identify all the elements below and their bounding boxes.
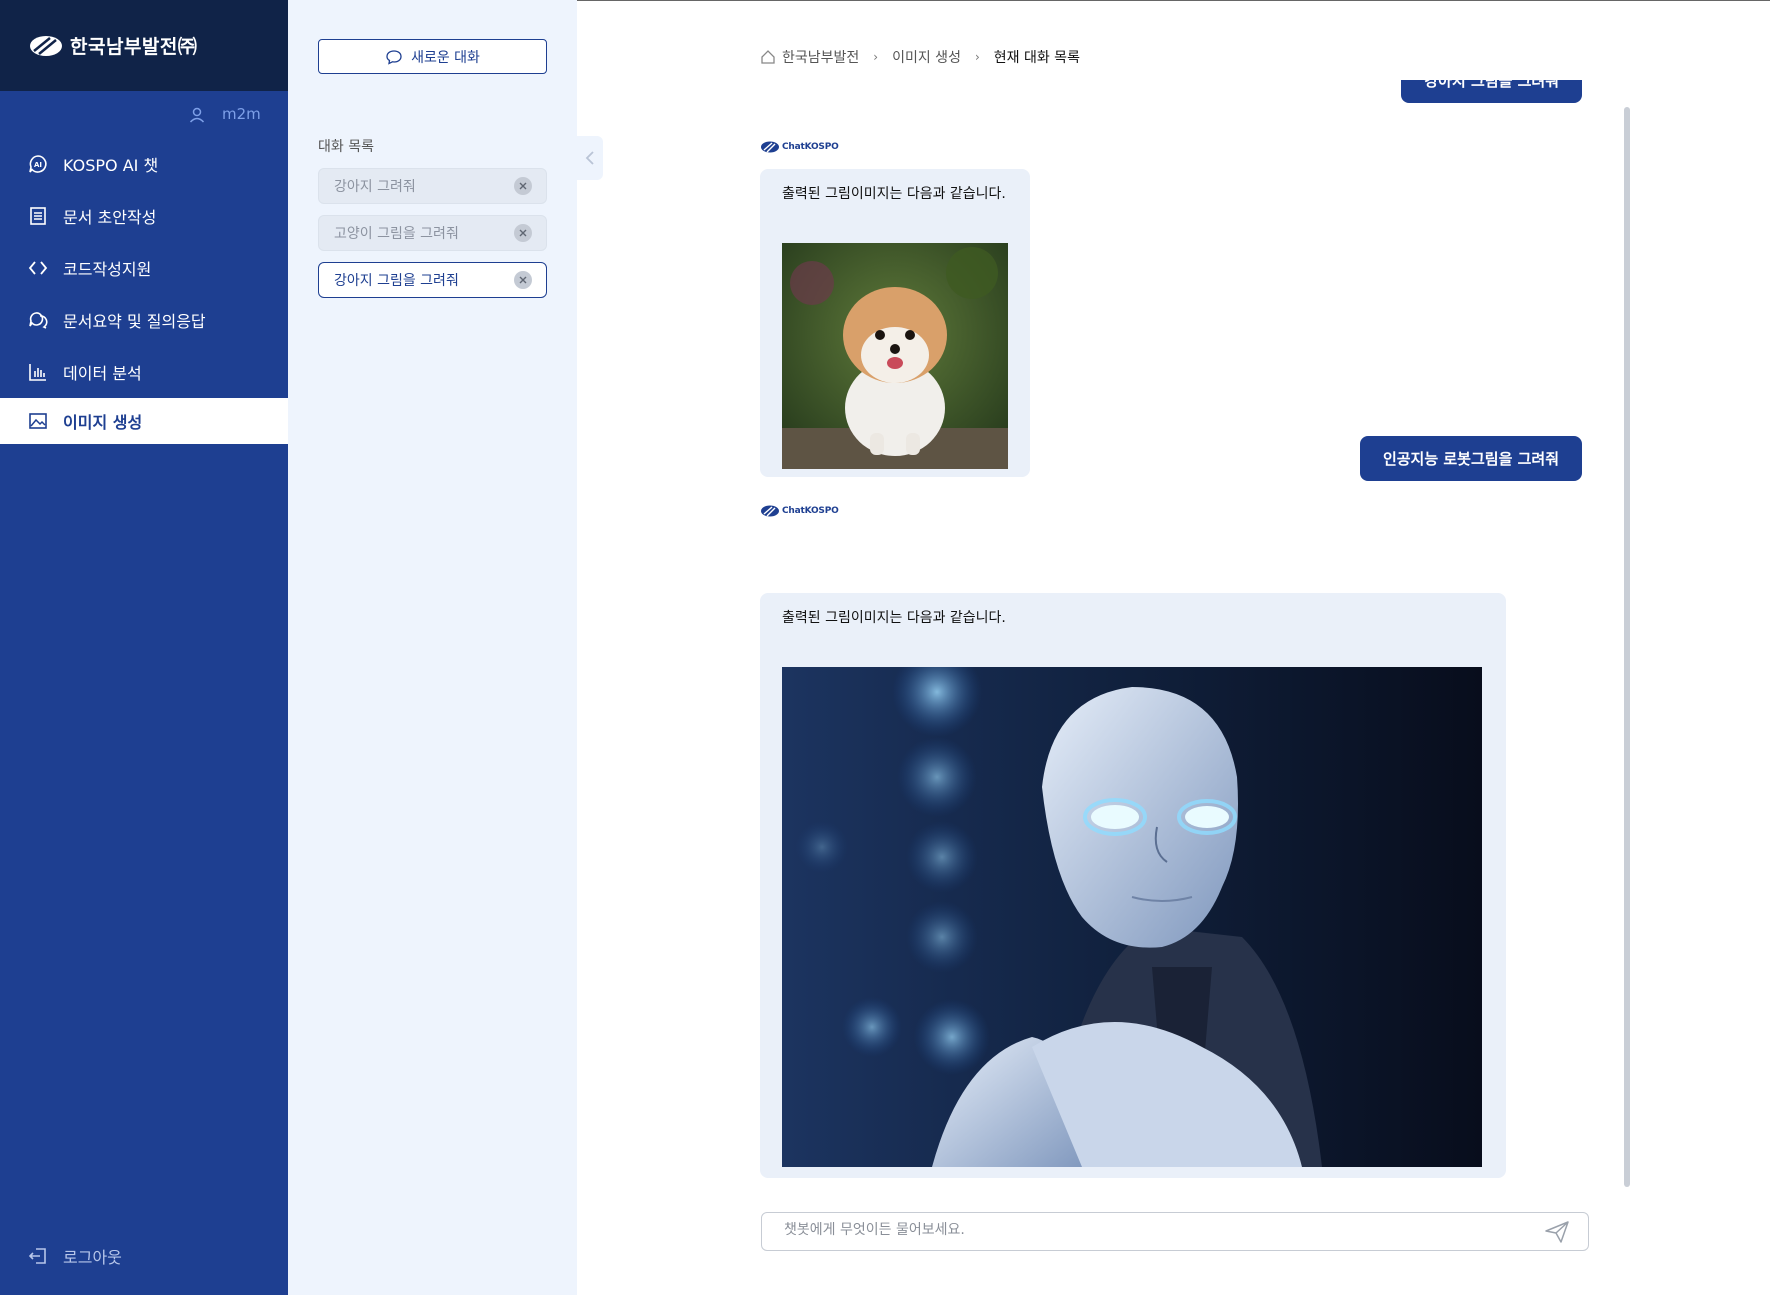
new-chat-label: 새로운 대화 [411, 49, 480, 66]
bot-message-text: 출력된 그림이미지는 다음과 같습니다. [782, 186, 1006, 202]
conversation-item-label: 강아지 그림을 그려줘 [334, 273, 459, 289]
user-message-text: 인공지능 로봇그림을 그려줘 [1382, 450, 1559, 468]
logo-text: 한국남부발전㈜ [70, 36, 198, 58]
bot-brand-text: ChatKOSPO [782, 506, 839, 516]
nav-item-data-analysis[interactable]: 데이터 분석 [0, 346, 288, 398]
conversation-item[interactable]: 고양이 그림을 그려줘 [318, 215, 547, 251]
collapse-conversation-panel-button[interactable] [577, 136, 603, 180]
bot-brand-text: ChatKOSPO [782, 142, 839, 152]
breadcrumb-current: 현재 대화 목록 [993, 50, 1080, 66]
conversation-item-label: 고양이 그림을 그려줘 [334, 226, 459, 242]
chat-messages: 강아지 그림을 그려줘 ChatKOSPO 출력된 그림이미지는 다음과 같습니… [760, 80, 1590, 1180]
bot-message: 출력된 그림이미지는 다음과 같습니다. [760, 593, 1506, 1178]
new-chat-button[interactable]: 새로운 대화 [318, 39, 547, 74]
chat-input[interactable] [784, 1222, 1484, 1238]
user-name: m2m [222, 105, 261, 123]
nav-item-kospo-ai-chat[interactable]: AI KOSPO AI 챗 [0, 138, 288, 190]
code-icon [28, 258, 48, 278]
qa-icon [28, 310, 48, 330]
logout-button[interactable]: 로그아웃 [28, 1244, 122, 1268]
delete-icon[interactable] [514, 224, 532, 242]
generated-image-dog[interactable] [782, 243, 1008, 469]
conversation-item-label: 강아지 그려줘 [334, 179, 416, 195]
nav-item-label: 코드작성지원 [63, 260, 152, 279]
user-message: 강아지 그림을 그려줘 [1401, 80, 1582, 103]
nav-item-image-generation[interactable]: 이미지 생성 [0, 398, 288, 444]
conversation-item[interactable]: 강아지 그려줘 [318, 168, 547, 204]
user-icon [189, 107, 205, 123]
chevron-left-icon [585, 151, 594, 165]
delete-icon[interactable] [514, 177, 532, 195]
nav-item-label: 문서요약 및 질의응답 [63, 312, 206, 331]
nav-item-code-support[interactable]: 코드작성지원 [0, 242, 288, 294]
bot-logo: ChatKOSPO [760, 504, 839, 518]
chatkospo-logo-icon [761, 505, 779, 517]
sidebar-nav: 한국남부발전㈜ m2m AI KOSPO AI 챗 문서 초안작성 코드작성지원 [0, 0, 288, 1295]
logout-icon [28, 1246, 48, 1266]
send-icon[interactable] [1544, 1220, 1570, 1244]
svg-text:AI: AI [34, 161, 42, 169]
nav-item-label: 문서 초안작성 [63, 208, 157, 227]
home-icon[interactable] [760, 49, 776, 65]
user-info: m2m [0, 101, 288, 129]
bar-chart-icon [28, 362, 48, 382]
kospo-logo-icon [30, 35, 62, 56]
breadcrumb: 한국남부발전 › 이미지 생성 › 현재 대화 목록 [760, 47, 1080, 67]
top-border [577, 0, 1770, 1]
bot-message-text: 출력된 그림이미지는 다음과 같습니다. [782, 610, 1006, 626]
chat-input-box [761, 1212, 1589, 1251]
conversation-list: 강아지 그려줘 고양이 그림을 그려줘 강아지 그림을 그려줘 [318, 168, 547, 309]
generated-image-robot[interactable] [782, 667, 1482, 1167]
nav-menu: AI KOSPO AI 챗 문서 초안작성 코드작성지원 문서요약 및 질의응답 [0, 138, 288, 444]
logo[interactable]: 한국남부발전㈜ [0, 0, 288, 91]
conversation-list-title: 대화 목록 [318, 139, 374, 155]
user-message: 인공지능 로봇그림을 그려줘 [1359, 436, 1582, 481]
conversation-panel: 새로운 대화 대화 목록 강아지 그려줘 고양이 그림을 그려줘 강아지 그림을… [288, 0, 577, 1295]
breadcrumb-home[interactable]: 한국남부발전 [782, 47, 859, 67]
nav-item-document-draft[interactable]: 문서 초안작성 [0, 190, 288, 242]
delete-icon[interactable] [514, 271, 532, 289]
conversation-item-active[interactable]: 강아지 그림을 그려줘 [318, 262, 547, 298]
bot-logo: ChatKOSPO [760, 140, 839, 154]
logout-label: 로그아웃 [63, 1248, 122, 1267]
document-icon [28, 206, 48, 226]
breadcrumb-section[interactable]: 이미지 생성 [892, 47, 961, 67]
nav-item-label: KOSPO AI 챗 [63, 156, 159, 175]
nav-item-label: 데이터 분석 [63, 364, 142, 383]
nav-item-document-qa[interactable]: 문서요약 및 질의응답 [0, 294, 288, 346]
breadcrumb-separator-icon: › [974, 50, 980, 64]
bot-message: 출력된 그림이미지는 다음과 같습니다. [760, 169, 1030, 477]
chat-bubble-icon [386, 49, 402, 65]
image-icon [28, 411, 48, 431]
ai-chat-icon: AI [28, 154, 48, 174]
chat-scrollbar[interactable] [1624, 107, 1630, 1187]
nav-item-label: 이미지 생성 [63, 413, 143, 432]
user-message-text: 강아지 그림을 그려줘 [1424, 80, 1559, 90]
chatkospo-logo-icon [761, 141, 779, 153]
breadcrumb-separator-icon: › [873, 50, 879, 64]
